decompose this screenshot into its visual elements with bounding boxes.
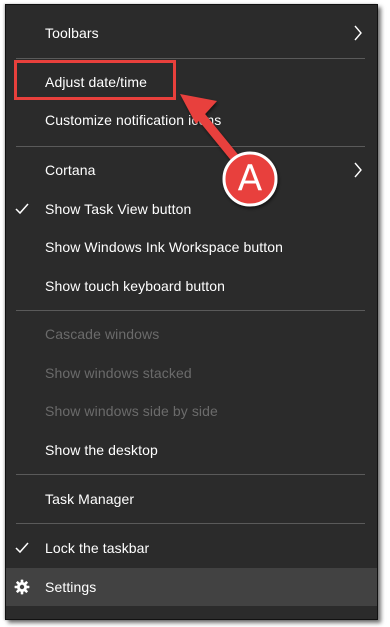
menu-item-label: Toolbars	[45, 25, 99, 41]
menu-item-label: Show the desktop	[45, 442, 158, 458]
menu-item-show-touch-keyboard-button[interactable]: Show touch keyboard button	[6, 268, 377, 304]
chevron-right-icon	[354, 25, 362, 41]
taskbar-context-menu: Toolbars Adjust date/time Customize noti…	[5, 4, 378, 620]
menu-item-label: Settings	[45, 579, 97, 595]
menu-item-show-task-view-button[interactable]: Show Task View button	[6, 191, 377, 227]
menu-item-label: Adjust date/time	[45, 74, 147, 90]
annotation-badge-label: A	[237, 158, 263, 199]
menu-item-label: Cascade windows	[45, 326, 160, 342]
menu-item-label: Customize notification icons	[45, 112, 222, 128]
menu-item-label: Task Manager	[45, 491, 135, 507]
menu-item-toolbars[interactable]: Toolbars	[6, 15, 377, 51]
menu-item-label: Cortana	[45, 162, 96, 178]
menu-item-label: Show windows side by side	[45, 403, 218, 419]
menu-item-show-windows-stacked: Show windows stacked	[6, 355, 377, 391]
menu-item-label: Show Task View button	[45, 201, 192, 217]
menu-item-label: Lock the taskbar	[45, 540, 150, 556]
gear-icon	[14, 579, 30, 595]
menu-item-show-the-desktop[interactable]: Show the desktop	[6, 432, 377, 468]
menu-item-customize-notification-icons[interactable]: Customize notification icons	[6, 102, 377, 138]
menu-separator	[16, 58, 365, 59]
menu-item-cortana[interactable]: Cortana	[6, 152, 377, 188]
menu-item-adjust-date-time[interactable]: Adjust date/time	[6, 64, 377, 100]
menu-item-label: Show windows stacked	[45, 365, 192, 381]
menu-separator	[16, 474, 365, 475]
menu-item-label: Show touch keyboard button	[45, 278, 226, 294]
menu-item-settings[interactable]: Settings	[6, 568, 377, 606]
menu-item-label: Show Windows Ink Workspace button	[45, 239, 284, 255]
chevron-right-icon	[354, 162, 362, 178]
menu-separator	[16, 146, 365, 147]
menu-item-task-manager[interactable]: Task Manager	[6, 481, 377, 517]
menu-separator	[16, 310, 365, 311]
checkmark-icon	[15, 542, 29, 554]
menu-item-cascade-windows: Cascade windows	[6, 316, 377, 352]
menu-item-show-windows-side-by-side: Show windows side by side	[6, 393, 377, 429]
menu-item-lock-the-taskbar[interactable]: Lock the taskbar	[6, 530, 377, 566]
menu-item-show-windows-ink-workspace-button[interactable]: Show Windows Ink Workspace button	[6, 229, 377, 265]
checkmark-icon	[15, 203, 29, 215]
menu-separator	[16, 523, 365, 524]
